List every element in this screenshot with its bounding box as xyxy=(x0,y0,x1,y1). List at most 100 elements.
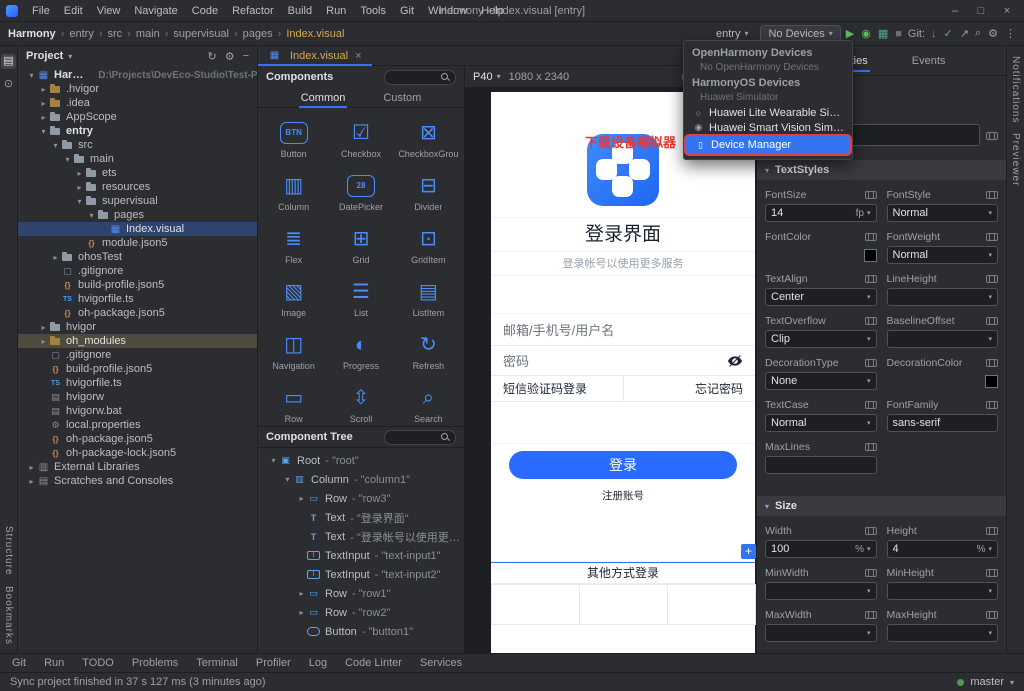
device-menu-item[interactable]: OpenHarmony Devices xyxy=(684,45,852,60)
menu-item[interactable]: Navigate xyxy=(128,3,183,19)
bind-link-icon[interactable] xyxy=(865,527,877,534)
git-push-icon[interactable]: ↗ xyxy=(960,27,969,40)
project-tree-item[interactable]: ▸ .hvigor xyxy=(18,82,257,96)
tree-chevron-icon[interactable]: ▾ xyxy=(50,141,61,150)
tool-window-button[interactable]: Profiler xyxy=(256,657,291,669)
tool-window-button[interactable]: TODO xyxy=(82,657,114,669)
component-tree-item[interactable]: Button - "button1" xyxy=(258,622,464,641)
tree-chevron-icon[interactable]: ▸ xyxy=(38,113,49,122)
project-tree-item[interactable]: ▾ main xyxy=(18,152,257,166)
bind-link-icon[interactable] xyxy=(986,233,998,240)
project-tree-item[interactable]: oh-package-lock.json5 xyxy=(18,446,257,460)
breadcrumb-item[interactable]: Harmony xyxy=(8,28,56,40)
attribute-control[interactable]: None ▾ xyxy=(765,372,877,390)
project-tree-item[interactable]: ▾ src xyxy=(18,138,257,152)
attributes-tab[interactable]: Events xyxy=(910,50,948,72)
tool-window-button[interactable]: Git xyxy=(12,657,26,669)
project-tree-item[interactable]: .gitignore xyxy=(18,348,257,362)
component-tree-item[interactable]: TextInput - "text-input1" xyxy=(258,546,464,565)
project-tree-item[interactable]: build-profile.json5 xyxy=(18,362,257,376)
component-palette-item[interactable]: ☰ List xyxy=(327,271,394,324)
add-component-handle[interactable]: + xyxy=(741,544,756,559)
close-tab-icon[interactable]: × xyxy=(355,50,361,62)
bind-link-icon[interactable] xyxy=(865,443,877,450)
color-swatch[interactable] xyxy=(864,249,877,262)
breadcrumb-item[interactable]: supervisual xyxy=(160,28,229,40)
empty-block[interactable] xyxy=(491,402,755,444)
commit-tool-icon[interactable]: ⊙ xyxy=(1,77,16,92)
component-tree-item[interactable]: ▾ Root - "root" xyxy=(258,451,464,470)
tree-chevron-icon[interactable]: ▾ xyxy=(74,197,85,206)
tool-window-button[interactable]: Code Linter xyxy=(345,657,402,669)
components-tab[interactable]: Custom xyxy=(381,90,423,106)
bind-link-icon[interactable] xyxy=(865,275,877,282)
bind-link-icon[interactable] xyxy=(986,401,998,408)
component-tree-item[interactable]: Text - "登录界面" xyxy=(258,508,464,527)
grid-cell[interactable] xyxy=(491,584,580,625)
bind-link-icon[interactable] xyxy=(986,359,998,366)
project-tool-icon[interactable]: ▤ xyxy=(1,54,16,69)
menu-item[interactable]: Run xyxy=(320,3,352,19)
attribute-control[interactable]: Normal ▾ xyxy=(765,414,877,432)
project-tree-item[interactable]: local.properties xyxy=(18,418,257,432)
hide-panel-icon[interactable]: − xyxy=(243,50,249,63)
project-tree-item[interactable]: ▸ hvigor xyxy=(18,320,257,334)
component-palette-item[interactable]: ⇳ Scroll xyxy=(327,377,394,426)
section-textstyles[interactable]: ▾ TextStyles xyxy=(757,160,1006,180)
color-swatch[interactable] xyxy=(985,375,998,388)
other-login-text[interactable]: 其他方式登录 xyxy=(491,562,755,584)
device-menu-item[interactable]: Huawei Smart Vision Simulator xyxy=(684,120,852,135)
project-tree-item[interactable]: ▸ resources xyxy=(18,180,257,194)
git-commit-icon[interactable]: ✓ xyxy=(944,27,953,40)
component-palette-item[interactable]: ⊞ Grid xyxy=(327,218,394,271)
password-visibility-icon[interactable] xyxy=(727,353,743,369)
tool-window-button[interactable]: Run xyxy=(44,657,64,669)
tree-chevron-icon[interactable]: ▾ xyxy=(62,155,73,164)
tool-window-label[interactable]: Previewer xyxy=(1010,133,1021,186)
device-model-selector[interactable]: P40▾ xyxy=(473,71,501,83)
component-palette-item[interactable]: ↻ Refresh xyxy=(395,324,462,377)
close-button[interactable]: × xyxy=(996,5,1018,17)
login-title-text[interactable]: 登录界面 xyxy=(491,218,755,252)
menu-item[interactable]: Refactor xyxy=(226,3,280,19)
tool-window-label[interactable]: Notifications xyxy=(1010,56,1021,123)
bind-link-icon[interactable] xyxy=(986,132,998,139)
attribute-control[interactable]: ▾ xyxy=(887,582,999,600)
attribute-control[interactable]: ▾ xyxy=(765,246,877,264)
tree-chevron-icon[interactable]: ▸ xyxy=(74,183,85,192)
bind-link-icon[interactable] xyxy=(865,611,877,618)
project-tree-item[interactable]: ▸ .idea xyxy=(18,96,257,110)
run-icon[interactable]: ▶ xyxy=(846,27,854,40)
component-palette-item[interactable]: 28 DatePicker xyxy=(327,165,394,218)
account-input[interactable]: 邮箱/手机号/用户名 xyxy=(491,314,755,346)
tree-chevron-icon[interactable]: ▾ xyxy=(268,456,279,465)
bind-link-icon[interactable] xyxy=(865,191,877,198)
device-menu-item[interactable]: Huawei Lite Wearable Simulator xyxy=(684,105,852,120)
register-link[interactable]: 注册账号 xyxy=(491,486,755,506)
breadcrumb-item[interactable]: main xyxy=(122,28,160,40)
menu-item[interactable]: Tools xyxy=(354,3,392,19)
tree-chevron-icon[interactable]: ▾ xyxy=(26,71,37,80)
attribute-control[interactable]: ▾ xyxy=(887,624,999,642)
bind-link-icon[interactable] xyxy=(986,527,998,534)
attribute-control[interactable]: ▾ xyxy=(765,624,877,642)
component-tree-item[interactable]: ▸ Row - "row3" xyxy=(258,489,464,508)
component-tree-item[interactable]: ▾ Column - "column1" xyxy=(258,470,464,489)
menu-item[interactable]: Code xyxy=(186,3,224,19)
device-menu-item[interactable]: HarmonyOS Devices xyxy=(684,75,852,90)
breadcrumb-item[interactable]: src xyxy=(94,28,122,40)
component-palette-item[interactable]: ▭ Row xyxy=(260,377,327,426)
settings-icon[interactable]: ⚙ xyxy=(988,27,998,40)
component-tree-item[interactable]: ▸ Row - "row2" xyxy=(258,603,464,622)
tree-chevron-icon[interactable]: ▸ xyxy=(50,253,61,262)
menu-item[interactable]: View xyxy=(91,3,127,19)
search-everywhere-icon[interactable]: ⌕ xyxy=(975,27,981,40)
restore-button[interactable]: □ xyxy=(970,5,992,17)
attribute-control[interactable]: 4 % ▾ xyxy=(887,540,999,558)
forgot-password-link[interactable]: 忘记密码 xyxy=(623,376,756,401)
attribute-control[interactable]: ▾ xyxy=(887,372,999,390)
sms-login-link[interactable]: 短信验证码登录 xyxy=(491,376,623,401)
components-search-input[interactable] xyxy=(384,70,456,85)
components-tab[interactable]: Common xyxy=(299,90,348,106)
component-tree-item[interactable]: TextInput - "text-input2" xyxy=(258,565,464,584)
